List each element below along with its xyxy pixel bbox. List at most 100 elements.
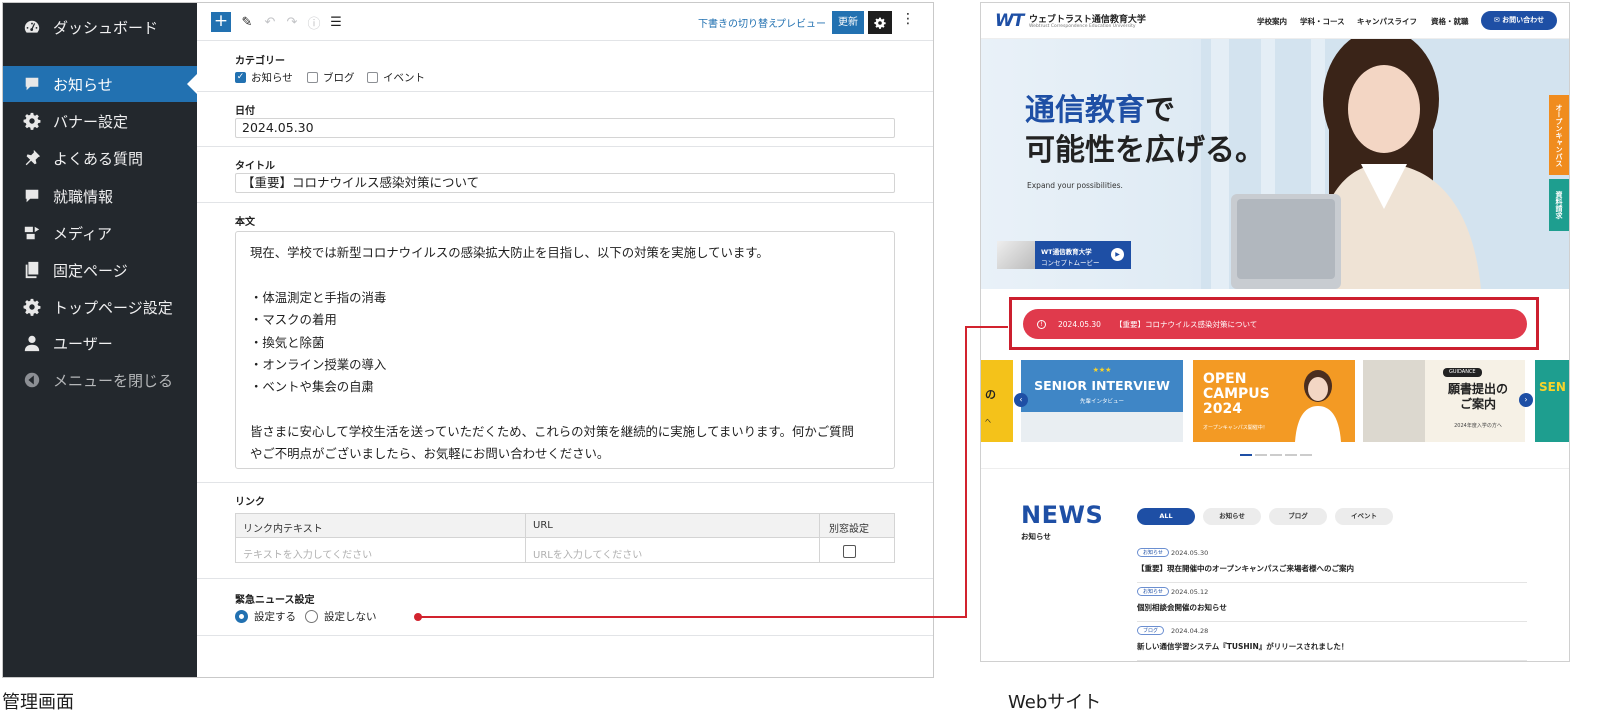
nav-about[interactable]: 学校案内 — [1257, 16, 1287, 27]
news-title: 個別相談会開催のお知らせ — [1137, 603, 1227, 612]
carousel-dot[interactable] — [1240, 454, 1252, 456]
date-field[interactable]: 2024.05.30 — [235, 118, 895, 138]
contact-button[interactable]: ✉ お問い合わせ — [1481, 11, 1557, 30]
undo-icon[interactable]: ↶ — [262, 13, 278, 31]
sidebar-item-news[interactable]: お知らせ — [3, 66, 197, 102]
banner-senior-interview[interactable]: ★★★ SENIOR INTERVIEW 先輩インタビュー — [1021, 360, 1183, 442]
update-button[interactable]: 更新 — [832, 11, 864, 34]
carousel-dot[interactable] — [1255, 454, 1267, 456]
hero-title: 通信教育で 可能性を広げる。 — [1025, 91, 1265, 171]
news-item[interactable]: ブログ 2024.04.28 新しい通信学習システム『TUSHIN』がリリースさ… — [1137, 626, 1527, 661]
list-view-icon[interactable]: ☰ — [328, 13, 344, 31]
info-icon[interactable]: ⓘ — [306, 13, 322, 32]
comment-icon — [23, 187, 41, 205]
column-header-link-text: リンク内テキスト — [243, 524, 323, 535]
side-tab-open-campus[interactable]: オープンキャンパス — [1549, 95, 1569, 175]
news-date: 2024.05.30 — [1171, 549, 1209, 557]
sidebar-item-collapse[interactable]: メニューを閉じる — [3, 362, 197, 398]
radio-enable[interactable]: 設定する — [235, 609, 296, 624]
site-logo[interactable]: WT — [995, 11, 1024, 31]
sidebar-item-media[interactable]: メディア — [3, 215, 197, 251]
news-title: 新しい通信学習システム『TUSHIN』がリリースされました！ — [1137, 642, 1349, 651]
column-divider — [525, 514, 526, 562]
news-title: 【重要】現在開催中のオープンキャンパスご来場者様へのご案内 — [1137, 564, 1355, 573]
sidebar-item-label: 就職情報 — [53, 187, 114, 206]
dashboard-icon — [23, 18, 41, 36]
body-line: ・オンライン授業の導入 — [250, 357, 387, 372]
carousel-dot[interactable] — [1300, 454, 1312, 456]
title-field[interactable]: 【重要】コロナウイルス感染対策について — [235, 173, 895, 193]
carousel-dot[interactable] — [1285, 454, 1297, 456]
emergency-news-bar[interactable]: ! 2024.05.30 【重要】コロナウイルス感染対策について — [1023, 309, 1527, 339]
radio-button — [305, 610, 318, 623]
new-window-checkbox[interactable] — [843, 545, 856, 558]
redo-icon[interactable]: ↷ — [284, 13, 300, 31]
carousel-prev-button[interactable]: ‹ — [1014, 393, 1028, 407]
news-tab-blog[interactable]: ブログ — [1269, 508, 1327, 525]
category-checkbox-event[interactable]: イベント — [367, 70, 425, 85]
nav-qualifications[interactable]: 資格・就職 — [1431, 16, 1469, 27]
news-date: 2024.04.28 — [1171, 627, 1209, 635]
preview-link[interactable]: プレビュー — [776, 15, 826, 30]
link-text-input[interactable]: テキストを入力してください — [243, 546, 372, 561]
sidebar-item-pages[interactable]: 固定ページ — [3, 252, 197, 288]
carousel-next-button[interactable]: › — [1519, 393, 1533, 407]
category-checkbox-blog[interactable]: ブログ — [307, 70, 355, 85]
column-divider — [819, 514, 820, 562]
date-label: 日付 — [235, 106, 255, 117]
category-label: カテゴリー — [235, 56, 285, 67]
banner-edge-right[interactable]: SEN — [1535, 360, 1569, 442]
sidebar-item-dashboard[interactable]: ダッシュボード — [3, 9, 197, 45]
body-line: ・体温測定と手指の消毒 — [250, 290, 387, 305]
user-icon — [23, 334, 41, 352]
sidebar-item-career[interactable]: 就職情報 — [3, 178, 197, 214]
comparison-stage: ダッシュボード お知らせ バナー設定 よくある質問 就職情報 メディア 固定ペー… — [0, 0, 1600, 714]
sidebar-item-label: バナー設定 — [53, 112, 129, 131]
side-tab-request-info[interactable]: 資料請求 — [1549, 179, 1569, 231]
caption-admin: 管理画面 — [2, 692, 74, 713]
news-tab-news[interactable]: お知らせ — [1203, 508, 1261, 525]
banner-title-line: OPEN — [1203, 371, 1247, 387]
more-options-icon[interactable]: ⋮ — [901, 11, 915, 27]
banner-guidance[interactable]: GUIDANCE 願書提出の ご案内 2024年度入学の方へ — [1363, 360, 1525, 442]
hero-subtitle: Expand your possibilities. — [1027, 181, 1123, 190]
title-label: タイトル — [235, 161, 275, 172]
banner-subtitle: 先輩インタビュー — [1079, 399, 1124, 405]
news-tab-event[interactable]: イベント — [1335, 508, 1393, 525]
nav-courses[interactable]: 学科・コース — [1300, 16, 1345, 27]
body-line: やご不明点がございましたら、お気軽にお問い合わせください。 — [250, 446, 610, 461]
news-tab-all[interactable]: ALL — [1137, 508, 1195, 525]
sidebar-item-faq[interactable]: よくある質問 — [3, 140, 197, 176]
concept-movie-button[interactable]: WT通信教育大学 コンセプトムービー ▶ — [997, 241, 1131, 269]
banner-title-line: CAMPUS — [1203, 386, 1270, 402]
sidebar-item-label: 固定ページ — [53, 261, 128, 280]
add-block-button[interactable]: + — [211, 12, 231, 32]
settings-button[interactable] — [868, 11, 892, 34]
sidebar-item-banner[interactable]: バナー設定 — [3, 103, 197, 139]
sidebar-item-users[interactable]: ユーザー — [3, 325, 197, 361]
banner-open-campus[interactable]: OPEN CAMPUS 2024 オープンキャンパス開催中！ — [1193, 360, 1355, 442]
url-input[interactable]: URLを入力してください — [533, 546, 642, 561]
banner-photo — [1363, 360, 1425, 442]
radio-label: 設定しない — [324, 611, 377, 623]
news-item[interactable]: お知らせ 2024.05.12 個別相談会開催のお知らせ — [1137, 587, 1527, 622]
sidebar-item-top-settings[interactable]: トップページ設定 — [3, 289, 197, 325]
switch-to-draft-link[interactable]: 下書きの切り替え — [698, 15, 778, 30]
category-checkbox-news[interactable]: ✓ お知らせ — [235, 70, 293, 85]
banner-edge-left[interactable]: の へ — [981, 360, 1013, 442]
collapse-icon — [23, 371, 41, 389]
carousel-dot[interactable] — [1270, 454, 1282, 456]
radio-disable[interactable]: 設定しない — [305, 609, 377, 624]
body-textarea[interactable]: 現在、学校では新型コロナウイルスの感染拡大防止を目指し、以下の対策を実施していま… — [235, 231, 895, 469]
hero-title-highlight: 通信教育 — [1025, 93, 1145, 128]
divider — [981, 468, 1569, 469]
banner-text: の — [985, 388, 996, 401]
nav-campus-life[interactable]: キャンパスライフ — [1357, 16, 1417, 27]
alert-title: 【重要】コロナウイルス感染対策について — [1114, 319, 1258, 329]
news-heading: NEWS — [1021, 501, 1104, 529]
pencil-icon[interactable]: ✎ — [239, 13, 255, 31]
news-item[interactable]: お知らせ 2024.05.30 【重要】現在開催中のオープンキャンパスご来場者様… — [1137, 548, 1527, 583]
banner-text: SEN — [1539, 380, 1566, 394]
emergency-news-label: 緊急ニュース設定 — [235, 595, 315, 606]
category-section: カテゴリー ✓ お知らせ ブログ イベント — [197, 41, 933, 92]
